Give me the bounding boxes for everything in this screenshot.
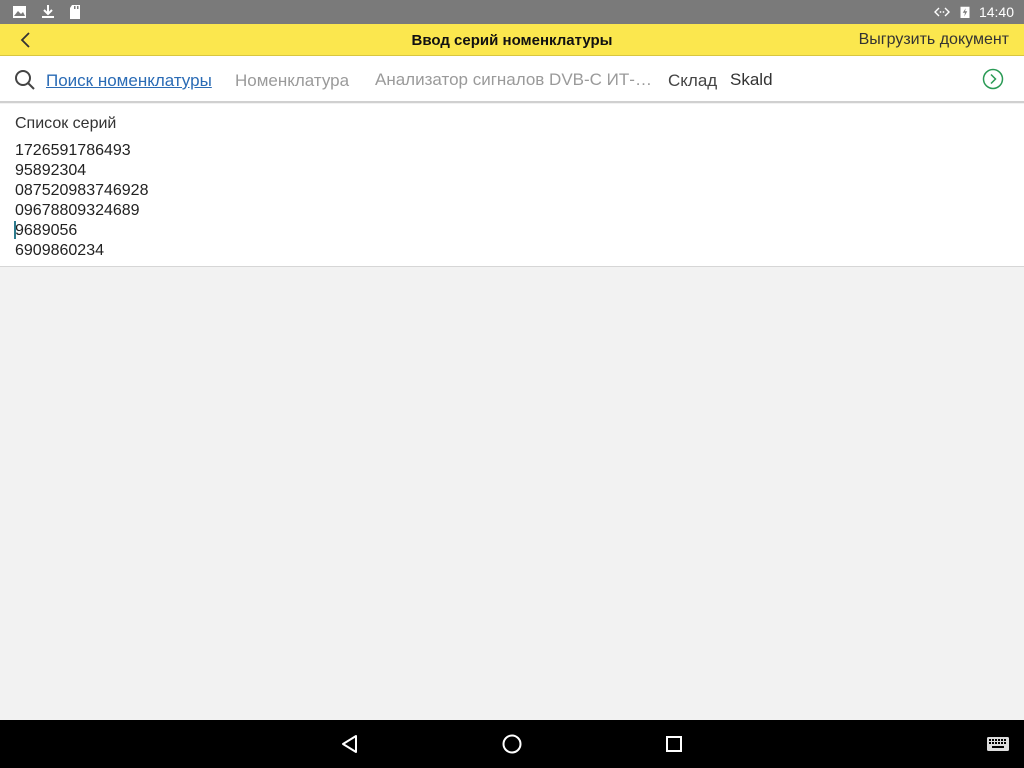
search-nomenclature-link[interactable]: Поиск номенклатуры bbox=[46, 71, 212, 91]
warehouse-label: Склад bbox=[668, 71, 718, 90]
export-document-button[interactable]: Выгрузить документ bbox=[859, 31, 1009, 49]
search-icon[interactable] bbox=[14, 69, 36, 91]
data-sync-icon bbox=[933, 7, 950, 17]
series-line: 95892304 bbox=[15, 162, 87, 179]
navigation-bar bbox=[0, 720, 1024, 768]
series-list-textarea[interactable]: 1726591786493 95892304 087520983746928 0… bbox=[14, 141, 1005, 265]
series-list-title: Список серий bbox=[15, 115, 117, 132]
status-icons-right: 14:40 bbox=[933, 3, 1014, 21]
status-icons-left bbox=[12, 4, 84, 20]
series-line: 1726591786493 bbox=[15, 142, 131, 159]
series-line: 6909860234 bbox=[15, 242, 104, 259]
image-icon bbox=[13, 6, 26, 18]
warehouse-value[interactable]: Skald bbox=[730, 70, 773, 90]
keyboard-icon[interactable] bbox=[986, 734, 1010, 754]
nomenclature-value[interactable]: Анализатор сигналов DVB-C ИТ-0... bbox=[375, 70, 657, 90]
battery-charging-icon bbox=[960, 6, 970, 18]
series-line: 087520983746928 bbox=[15, 182, 149, 199]
back-nav-icon[interactable] bbox=[338, 732, 362, 756]
status-bar: 14:40 bbox=[0, 0, 1024, 24]
status-time: 14:40 bbox=[978, 4, 1014, 20]
app-bar: Ввод серий номенклатуры Выгрузить докуме… bbox=[0, 24, 1024, 56]
text-caret bbox=[14, 221, 16, 239]
series-line: 09678809324689 bbox=[15, 202, 140, 219]
home-icon[interactable] bbox=[500, 732, 524, 756]
chevron-right-circle-icon[interactable] bbox=[982, 68, 1004, 90]
sd-card-icon bbox=[70, 5, 80, 19]
filter-bar: Поиск номенклатуры Номенклатура Анализат… bbox=[0, 56, 1024, 103]
recents-icon[interactable] bbox=[662, 732, 686, 756]
nomenclature-label: Номенклатура bbox=[235, 71, 350, 90]
download-icon bbox=[42, 5, 54, 18]
series-panel: Список серий 1726591786493 95892304 0875… bbox=[0, 104, 1024, 267]
series-line: 9689056 bbox=[15, 222, 78, 239]
